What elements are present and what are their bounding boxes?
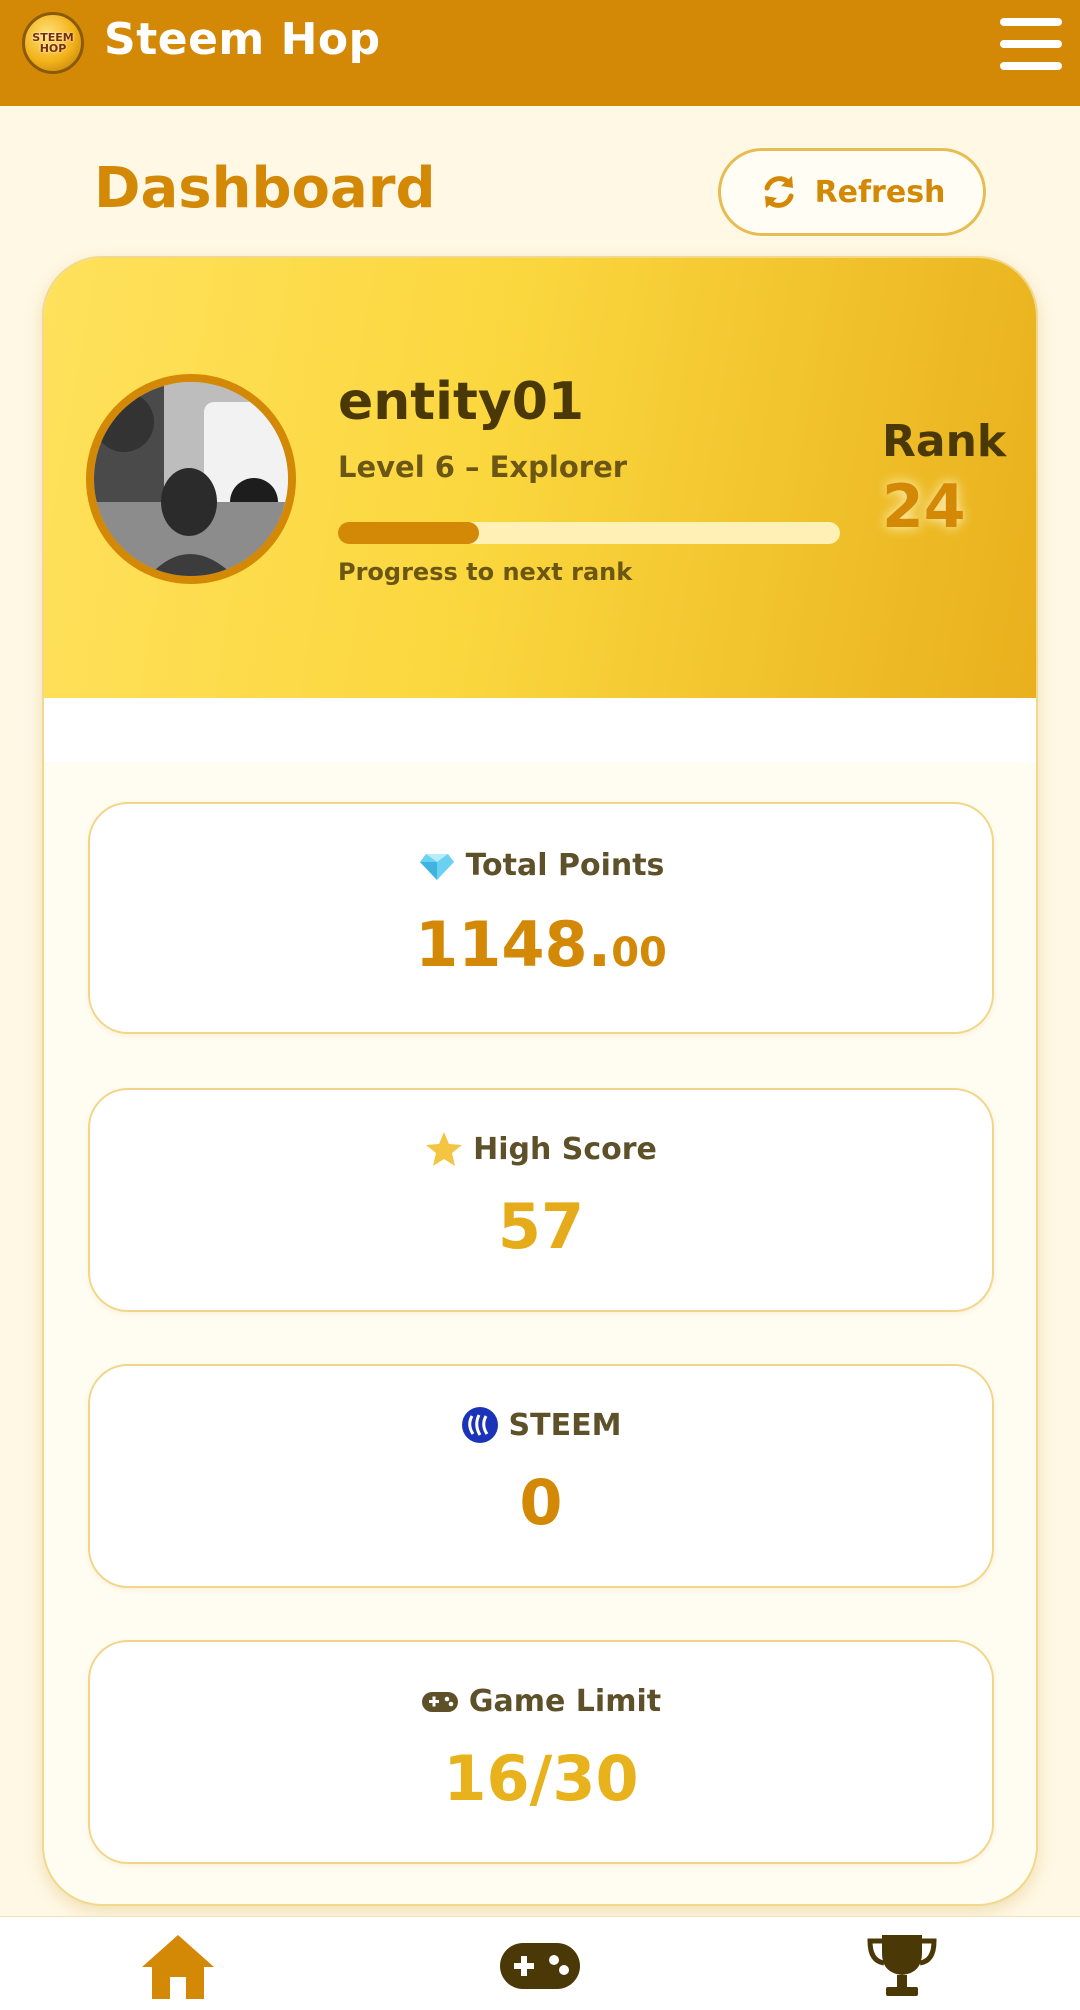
profile-section: entity01 Level 6 – Explorer Progress to … [44,258,1036,698]
avatar-photo [94,382,288,576]
game-limit-label: Game Limit [468,1683,662,1719]
level-text: Level 6 – Explorer [338,450,628,484]
hamburger-menu-icon[interactable] [1000,18,1062,70]
progress-label: Progress to next rank [338,558,633,586]
refresh-icon [764,176,794,208]
avatar[interactable] [86,374,296,584]
game-limit-card: Game Limit 16/30 [88,1640,994,1864]
steem-label: STEEM [508,1407,622,1443]
star-icon [426,1132,463,1166]
total-points-integer: 1148. [415,908,612,981]
steem-header: STEEM [90,1406,992,1444]
steem-logo-icon [461,1407,498,1443]
total-points-card: Total Points 1148.00 [88,802,994,1034]
dashboard-card: entity01 Level 6 – Explorer Progress to … [42,256,1038,1906]
username: entity01 [338,372,585,432]
menu-line [1000,40,1062,48]
top-app-bar: STEEM HOP Steem Hop [0,0,1080,106]
refresh-label: Refresh [814,174,946,210]
logo-text-line2: HOP [39,42,67,55]
high-score-value: 57 [497,1190,585,1263]
steem-hop-logo[interactable]: STEEM HOP [22,12,84,74]
total-points-label: Total Points [465,847,665,883]
rank-progress-bar [338,522,840,544]
menu-line [1000,62,1062,70]
game-limit-header: Game Limit [90,1682,992,1720]
high-score-label: High Score [473,1131,657,1167]
refresh-button[interactable]: Refresh [718,148,986,236]
gamepad-icon[interactable] [498,1939,582,1993]
high-score-header: High Score [90,1130,992,1168]
home-icon[interactable] [140,1933,216,2001]
total-points-decimals: 00 [611,930,667,976]
rank-value: 24 [882,472,966,542]
menu-line [1000,18,1062,26]
steem-card: STEEM 0 [88,1364,994,1588]
rank-label: Rank [882,416,1007,467]
profile-divider [44,698,1036,762]
gamepad-icon [421,1692,458,1712]
total-points-value: 1148.00 [90,908,992,981]
steem-value: 0 [519,1466,563,1539]
trophy-icon[interactable] [866,1931,938,1999]
app-title: Steem Hop [104,14,381,65]
rank-progress-fill [338,522,479,544]
diamond-icon [419,854,454,880]
game-limit-value: 16/30 [443,1742,639,1815]
high-score-card: High Score 57 [88,1088,994,1312]
total-points-header: Total Points [90,846,992,884]
bottom-nav [0,1916,1080,2010]
page-title: Dashboard [94,156,436,221]
